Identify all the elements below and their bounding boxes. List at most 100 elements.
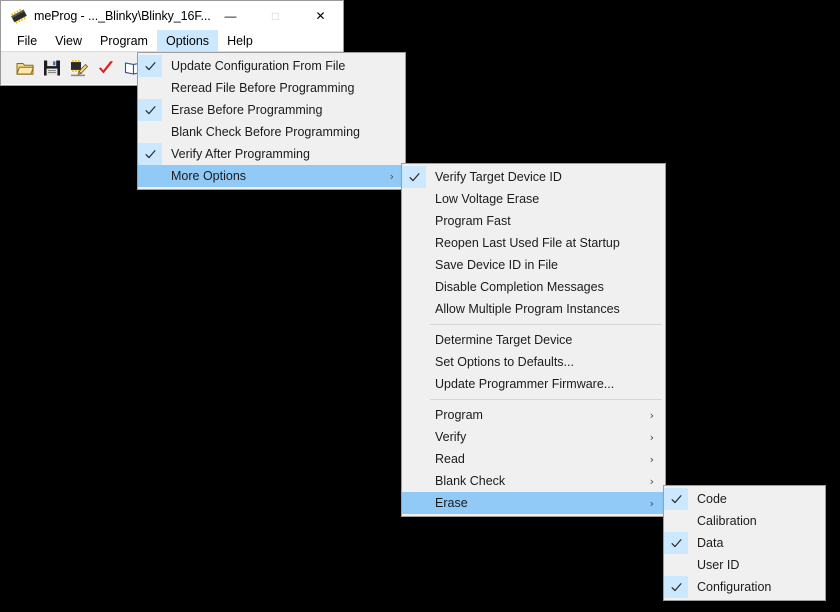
checkmark-icon [402, 166, 426, 188]
submenu-arrow-icon: › [649, 408, 654, 422]
checkmark-icon [138, 99, 162, 121]
submenu-arrow-icon: › [649, 430, 654, 444]
menu-item-label: Program Fast [435, 214, 511, 228]
menu-item-label: Verify Target Device ID [435, 170, 562, 184]
checkbox-empty [664, 510, 688, 532]
checkbox-empty [402, 492, 426, 514]
menu-item-disable-completion-messages[interactable]: Disable Completion Messages [402, 276, 665, 298]
maximize-icon: □ [271, 8, 280, 23]
menubar-item-label: Help [227, 33, 253, 48]
menu-item-program-fast[interactable]: Program Fast [402, 210, 665, 232]
menubar-item-label: Options [165, 33, 210, 48]
menu-item-label: Blank Check [435, 474, 506, 488]
menu-item-low-voltage-erase[interactable]: Low Voltage Erase [402, 188, 665, 210]
menu-item-label: More Options [171, 169, 247, 183]
minimize-icon: — [224, 8, 237, 23]
menu-item-save-device-id-in-file[interactable]: Save Device ID in File [402, 254, 665, 276]
maximize-button[interactable]: □ [253, 1, 298, 30]
menu-item-reopen-last-used-file-at-startup[interactable]: Reopen Last Used File at Startup [402, 232, 665, 254]
menu-item-label: Update Configuration From File [171, 59, 346, 73]
menu-item-configuration[interactable]: Configuration [664, 576, 825, 598]
menu-item-user-id[interactable]: User ID [664, 554, 825, 576]
menu-item-label: Low Voltage Erase [435, 192, 540, 206]
menu-item-label: Read [435, 452, 465, 466]
menubar-item-program[interactable]: Program [91, 30, 157, 51]
checkbox-empty [138, 165, 162, 187]
menu-item-label: Verify [435, 430, 467, 444]
menu-item-calibration[interactable]: Calibration [664, 510, 825, 532]
menu-item-label: Save Device ID in File [435, 258, 558, 272]
menu-item-reread-file-before-programming[interactable]: Reread File Before Programming [138, 77, 405, 99]
menu-item-verify-target-device-id[interactable]: Verify Target Device ID [402, 166, 665, 188]
submenu-arrow-icon: › [649, 452, 654, 466]
checkmark-icon [664, 488, 688, 510]
menubar-item-options[interactable]: Options [156, 30, 219, 51]
menu-item-erase[interactable]: Erase › [402, 492, 665, 514]
checkbox-empty [402, 232, 426, 254]
menu-item-verify-after-programming[interactable]: Verify After Programming [138, 143, 405, 165]
checkbox-empty [402, 254, 426, 276]
checkbox-empty [402, 373, 426, 395]
checkbox-empty [138, 77, 162, 99]
options-menu-panel: Update Configuration From File Reread Fil… [137, 52, 406, 190]
program-device-icon[interactable] [67, 56, 91, 80]
menu-item-label: Program [435, 408, 483, 422]
checkbox-empty [138, 121, 162, 143]
menu-item-label: Calibration [697, 514, 757, 528]
menu-separator [430, 399, 662, 400]
menu-item-label: Reopen Last Used File at Startup [435, 236, 620, 250]
menu-item-label: User ID [697, 558, 740, 572]
checkmark-icon [138, 55, 162, 77]
checkbox-empty [402, 298, 426, 320]
menu-item-more-options[interactable]: More Options › [138, 165, 405, 187]
save-file-icon[interactable] [40, 56, 64, 80]
menu-item-allow-multiple-program-instances[interactable]: Allow Multiple Program Instances [402, 298, 665, 320]
checkbox-empty [402, 426, 426, 448]
menu-item-blank-check[interactable]: Blank Check › [402, 470, 665, 492]
checkbox-empty [402, 188, 426, 210]
menu-item-program[interactable]: Program › [402, 404, 665, 426]
menu-item-label: Verify After Programming [171, 147, 310, 161]
menu-item-code[interactable]: Code [664, 488, 825, 510]
menu-item-label: Allow Multiple Program Instances [435, 302, 620, 316]
menu-item-set-options-to-defaults[interactable]: Set Options to Defaults... [402, 351, 665, 373]
menubar-item-label: File [17, 33, 38, 48]
more-options-menu-panel: Verify Target Device ID Low Voltage Erase… [401, 163, 666, 517]
menu-item-label: Code [697, 492, 727, 506]
menu-bar: File View Program Options Help [1, 30, 343, 51]
checkbox-empty [402, 448, 426, 470]
menu-item-label: Erase Before Programming [171, 103, 323, 117]
menu-item-label: Data [697, 536, 724, 550]
menu-item-verify[interactable]: Verify › [402, 426, 665, 448]
menu-item-data[interactable]: Data [664, 532, 825, 554]
minimize-button[interactable]: — [208, 1, 253, 30]
checkbox-empty [402, 276, 426, 298]
menu-item-read[interactable]: Read › [402, 448, 665, 470]
menu-item-label: Erase [435, 496, 468, 510]
checkmark-icon [664, 576, 688, 598]
checkbox-empty [402, 329, 426, 351]
menu-item-label: Reread File Before Programming [171, 81, 355, 95]
menu-item-update-programmer-firmware[interactable]: Update Programmer Firmware... [402, 373, 665, 395]
menubar-item-label: Program [100, 33, 148, 48]
close-button[interactable]: ✕ [298, 1, 343, 30]
menubar-item-file[interactable]: File [8, 30, 46, 51]
menubar-item-view[interactable]: View [46, 30, 91, 51]
menubar-item-help[interactable]: Help [218, 30, 262, 51]
menu-item-label: Update Programmer Firmware... [435, 377, 615, 391]
menubar-item-label: View [55, 33, 83, 48]
verify-icon[interactable] [94, 56, 118, 80]
menu-item-erase-before-programming[interactable]: Erase Before Programming [138, 99, 405, 121]
menu-item-label: Determine Target Device [435, 333, 573, 347]
menu-item-label: Blank Check Before Programming [171, 125, 360, 139]
checkbox-empty [402, 351, 426, 373]
open-file-icon[interactable] [13, 56, 37, 80]
menu-item-update-configuration-from-file[interactable]: Update Configuration From File [138, 55, 405, 77]
checkbox-empty [402, 404, 426, 426]
menu-item-blank-check-before-programming[interactable]: Blank Check Before Programming [138, 121, 405, 143]
title-bar: meProg - ..._Blinky\Blinky_16F... — □ ✕ [1, 1, 343, 30]
close-icon: ✕ [315, 8, 326, 23]
menu-item-determine-target-device[interactable]: Determine Target Device [402, 329, 665, 351]
checkmark-icon [664, 532, 688, 554]
window-title: meProg - ..._Blinky\Blinky_16F... [34, 8, 211, 23]
